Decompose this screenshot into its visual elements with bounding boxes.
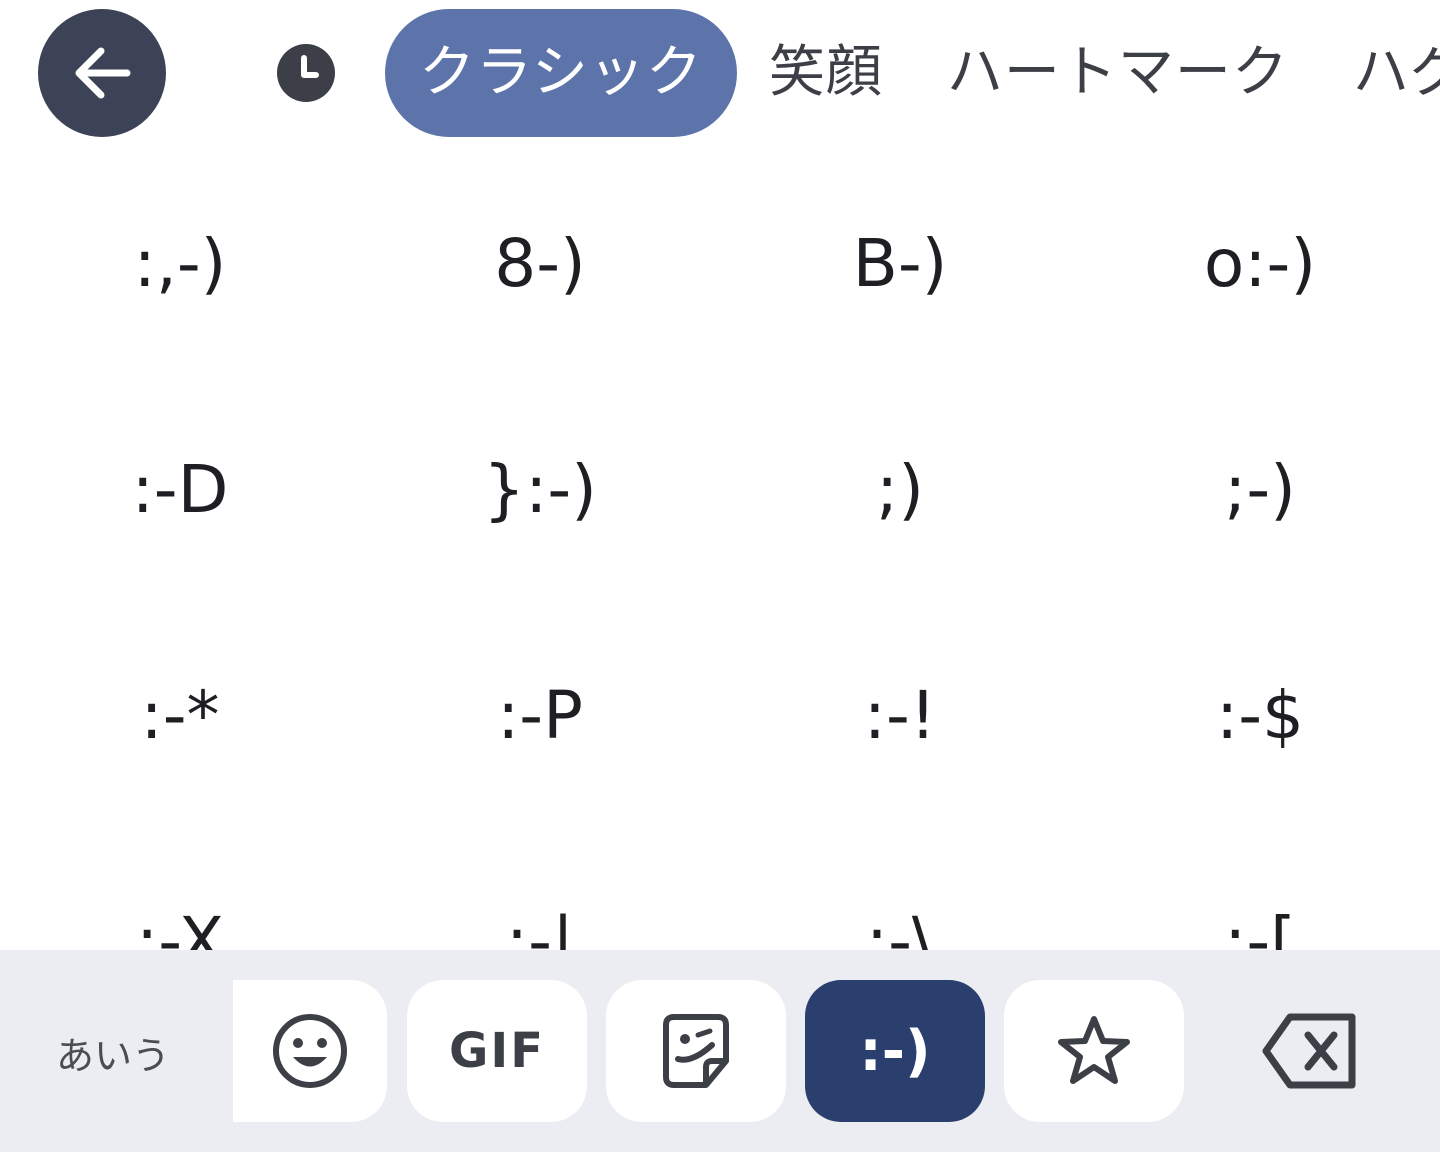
tab-hug[interactable]: ハグ — [1321, 9, 1440, 137]
arrow-left-icon — [75, 47, 131, 99]
clock-icon — [277, 44, 335, 102]
tab-smile[interactable]: 笑顔 — [737, 9, 915, 137]
emoticon-key[interactable]: ;) — [720, 376, 1080, 602]
favorites-tab-button[interactable] — [1004, 980, 1184, 1122]
gif-tab-button[interactable]: GIF — [407, 980, 587, 1122]
emoticon-key[interactable]: :-[ — [1080, 828, 1440, 951]
emoticon-key[interactable]: :-X — [0, 828, 360, 951]
emoticon-key[interactable]: :-| — [360, 828, 720, 951]
recent-button[interactable] — [277, 44, 335, 102]
emoticon-key[interactable]: :-! — [720, 602, 1080, 828]
emoticon-key[interactable]: :-$ — [1080, 602, 1440, 828]
emoticon-key[interactable]: :-\ — [720, 828, 1080, 951]
ime-switch-label[interactable]: あいう — [56, 1025, 170, 1080]
emoticon-key[interactable]: ;-) — [1080, 376, 1440, 602]
emoticon-key[interactable]: :-D — [0, 376, 360, 602]
emoticon-key[interactable]: o:-) — [1080, 150, 1440, 376]
emoticon-keyboard: クラシック 笑顔 ハートマーク ハグ :,-) 8-) B-) o:-) :-D… — [0, 0, 1440, 1152]
emoticon-tab-label: :-) — [859, 1018, 931, 1084]
smiley-face-icon — [273, 1014, 347, 1088]
emoticon-key[interactable]: :-* — [0, 602, 360, 828]
sticker-icon — [663, 1014, 729, 1088]
tab-classic[interactable]: クラシック — [385, 9, 737, 137]
emoticon-key[interactable]: B-) — [720, 150, 1080, 376]
backspace-button[interactable] — [1250, 1005, 1370, 1097]
emoticon-key[interactable]: :-P — [360, 602, 720, 828]
keyboard-toolbar: あいう GIF :-) — [0, 950, 1440, 1152]
category-tabs: クラシック 笑顔 ハートマーク ハグ — [385, 9, 1440, 137]
emoticon-key[interactable]: 8-) — [360, 150, 720, 376]
emoticon-key[interactable]: :,-) — [0, 150, 360, 376]
backspace-icon — [1262, 1013, 1356, 1089]
back-button[interactable] — [38, 9, 166, 137]
gif-label: GIF — [448, 1023, 546, 1079]
emoticon-tab-button[interactable]: :-) — [805, 980, 985, 1122]
emoji-tab-button[interactable] — [233, 980, 387, 1122]
category-bar: クラシック 笑顔 ハートマーク ハグ — [0, 0, 1440, 150]
star-icon — [1058, 1016, 1130, 1084]
tab-heart[interactable]: ハートマーク — [915, 9, 1321, 137]
emoticon-key[interactable]: }:-) — [360, 376, 720, 602]
sticker-tab-button[interactable] — [606, 980, 786, 1122]
emoticon-grid: :,-) 8-) B-) o:-) :-D }:-) ;) ;-) :-* :-… — [0, 150, 1440, 951]
